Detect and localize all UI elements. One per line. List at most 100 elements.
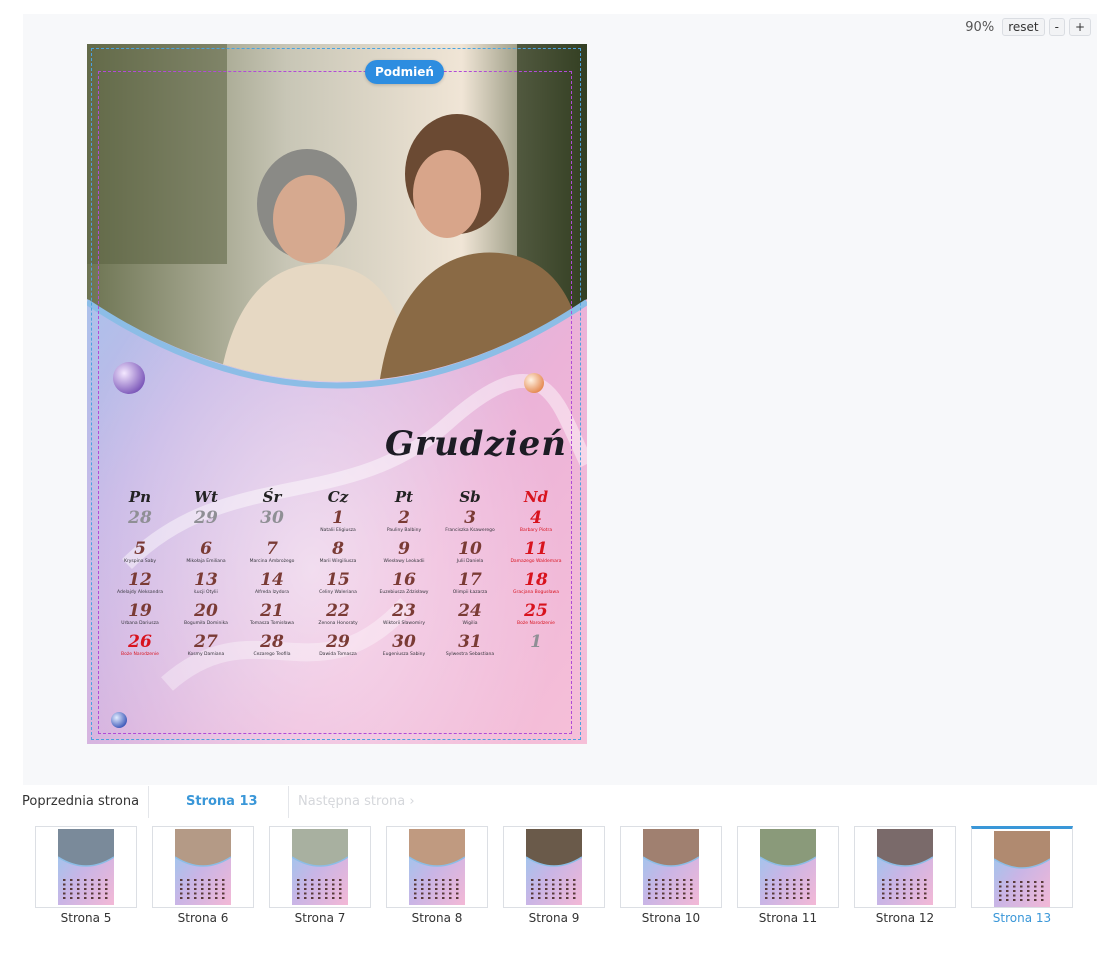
thumbnail-image <box>58 829 114 905</box>
day-number: 28 <box>128 508 152 528</box>
name-day-text: Tomasza Tomisława <box>250 621 294 626</box>
day-number: 25 <box>524 601 548 621</box>
name-day-text: Damazego Waldemara <box>510 559 562 564</box>
divider <box>288 786 289 818</box>
name-day-text: Zenona Honoraty <box>318 621 358 626</box>
name-day-text: Kosmy Damiana <box>187 652 225 657</box>
thumbnail-label: Strona 11 <box>758 911 818 925</box>
thumbnail-image <box>643 829 699 905</box>
name-day-text: Cezarego Teofila <box>253 652 291 657</box>
name-day-text: Celiny Waleriana <box>319 590 357 595</box>
zoom-in-button[interactable]: + <box>1068 18 1091 36</box>
calendar-day: 16 Euzebiusza Zdzisławy <box>371 572 437 603</box>
calendar-day: 4 Barbary Piotra <box>503 510 569 541</box>
calendar-day: 1 <box>503 634 569 665</box>
calendar-day: 19 Urbana Dariusza <box>107 603 173 634</box>
replace-photo-button[interactable]: Podmień <box>365 60 444 84</box>
calendar-day: 23 Wiktorii Sławomiry <box>371 603 437 634</box>
page-thumbnail[interactable]: Strona 8 <box>386 826 488 925</box>
name-day-text: Adelajdy Aleksandra <box>117 590 163 595</box>
name-day-text: Julii Daniela <box>456 559 484 564</box>
name-day-text: Franciszka Ksawerego <box>445 528 495 533</box>
page-thumbnail[interactable]: Strona 11 <box>737 826 839 925</box>
calendar-week-row: 19 Urbana Dariusza 20 Bogumiła Dominika 21 To… <box>107 603 569 634</box>
name-day-text: Wigilia <box>462 621 478 626</box>
calendar-page[interactable]: Podmień Grudzień Pn Wt Śr Cz Pt Sb Nd 28 29 30 1 N… <box>87 44 587 744</box>
page-thumbnail[interactable]: Strona 12 <box>854 826 956 925</box>
thumbnail-preview <box>152 826 254 908</box>
zoom-out-button[interactable]: - <box>1048 18 1065 36</box>
day-number: 1 <box>332 508 344 528</box>
calendar-day: 3 Franciszka Ksawerego <box>437 510 503 541</box>
calendar-day: 28 Cezarego Teofila <box>239 634 305 665</box>
name-day-text: Urbana Dariusza <box>121 621 159 626</box>
thumbnail-label: Strona 9 <box>528 911 580 925</box>
day-number: 21 <box>260 601 284 621</box>
calendar-week-row: 26 Boże Narodzenie 27 Kosmy Damiana 28 Cezare… <box>107 634 569 665</box>
page-thumbnail[interactable]: Strona 7 <box>269 826 371 925</box>
page-thumbnail[interactable]: Strona 5 <box>35 826 137 925</box>
name-day-text: Marii Wirgiliusza <box>319 559 357 564</box>
calendar-day: 18 Gracjana Bogusława <box>503 572 569 603</box>
day-number: 19 <box>128 601 152 621</box>
thumbnail-label: Strona 10 <box>641 911 701 925</box>
day-number: 20 <box>194 601 218 621</box>
calendar-day: 2 Pauliny Balbiny <box>371 510 437 541</box>
thumbnail-image <box>994 831 1050 907</box>
name-day-text: Kryspina Saby <box>123 559 157 564</box>
name-day-text: Bogumiła Dominika <box>184 621 228 626</box>
name-day-text: Dawida Tomasza <box>319 652 357 657</box>
name-day-text: Mikołaja Emiliana <box>186 559 226 564</box>
calendar-day: 5 Kryspina Saby <box>107 541 173 572</box>
calendar-day: 7 Marcina Ambrożego <box>239 541 305 572</box>
calendar-grid: Pn Wt Śr Cz Pt Sb Nd 28 29 30 1 Natalii Eligiusza 2… <box>107 488 569 665</box>
thumbnail-preview <box>386 826 488 908</box>
day-number: 26 <box>128 632 152 652</box>
calendar-day: 28 <box>107 510 173 541</box>
thumbnail-image <box>292 829 348 905</box>
calendar-day: 10 Julii Daniela <box>437 541 503 572</box>
thumbnail-preview <box>854 826 956 908</box>
thumbnail-image <box>877 829 933 905</box>
page-thumbnail[interactable]: Strona 6 <box>152 826 254 925</box>
day-number: 14 <box>260 570 284 590</box>
calendar-day: 27 Kosmy Damiana <box>173 634 239 665</box>
day-number: 1 <box>530 632 542 652</box>
calendar-day: 30 Eugeniusza Sabiny <box>371 634 437 665</box>
calendar-photo[interactable] <box>87 44 587 404</box>
thumbnail-image <box>526 829 582 905</box>
calendar-week-row: 12 Adelajdy Aleksandra 13 Łucji Otylii 14 Alf… <box>107 572 569 603</box>
name-day-text: Euzebiusza Zdzisławy <box>379 590 429 595</box>
next-page-link[interactable]: Następna strona › <box>298 794 415 809</box>
editor-canvas: 90% reset - + Podmień Grudzień Pn Wt Śr … <box>23 14 1097 785</box>
month-title: Grudzień <box>385 424 568 464</box>
thumbnail-preview <box>503 826 605 908</box>
calendar-day: 9 Wiesławy Leokadii <box>371 541 437 572</box>
thumbnail-preview <box>620 826 722 908</box>
day-number: 5 <box>134 539 146 559</box>
day-number: 7 <box>266 539 278 559</box>
day-number: 30 <box>392 632 416 652</box>
day-number: 6 <box>200 539 212 559</box>
name-day-text: Natalii Eligiusza <box>320 528 356 533</box>
weekday-header-row: Pn Wt Śr Cz Pt Sb Nd <box>107 488 569 510</box>
page-thumbnail[interactable]: Strona 13 <box>971 826 1073 925</box>
page-thumbnail[interactable]: Strona 10 <box>620 826 722 925</box>
zoom-controls: 90% reset - + <box>965 18 1091 36</box>
thumbnail-image <box>409 829 465 905</box>
day-number: 31 <box>458 632 482 652</box>
thumbnail-label: Strona 8 <box>411 911 463 925</box>
day-number: 2 <box>398 508 410 528</box>
day-number: 27 <box>194 632 218 652</box>
previous-page-link[interactable]: Poprzednia strona <box>22 794 139 809</box>
zoom-reset-button[interactable]: reset <box>1002 18 1045 36</box>
day-number: 29 <box>194 508 218 528</box>
page-thumbnail[interactable]: Strona 9 <box>503 826 605 925</box>
name-day-text: Barbary Piotra <box>519 528 553 533</box>
calendar-day: 21 Tomasza Tomisława <box>239 603 305 634</box>
weekday-label: Cz <box>327 488 349 506</box>
name-day-text: Wiesławy Leokadii <box>383 559 425 564</box>
day-number: 10 <box>458 539 482 559</box>
name-day-text: Wiktorii Sławomiry <box>383 621 425 626</box>
thumbnail-image <box>175 829 231 905</box>
